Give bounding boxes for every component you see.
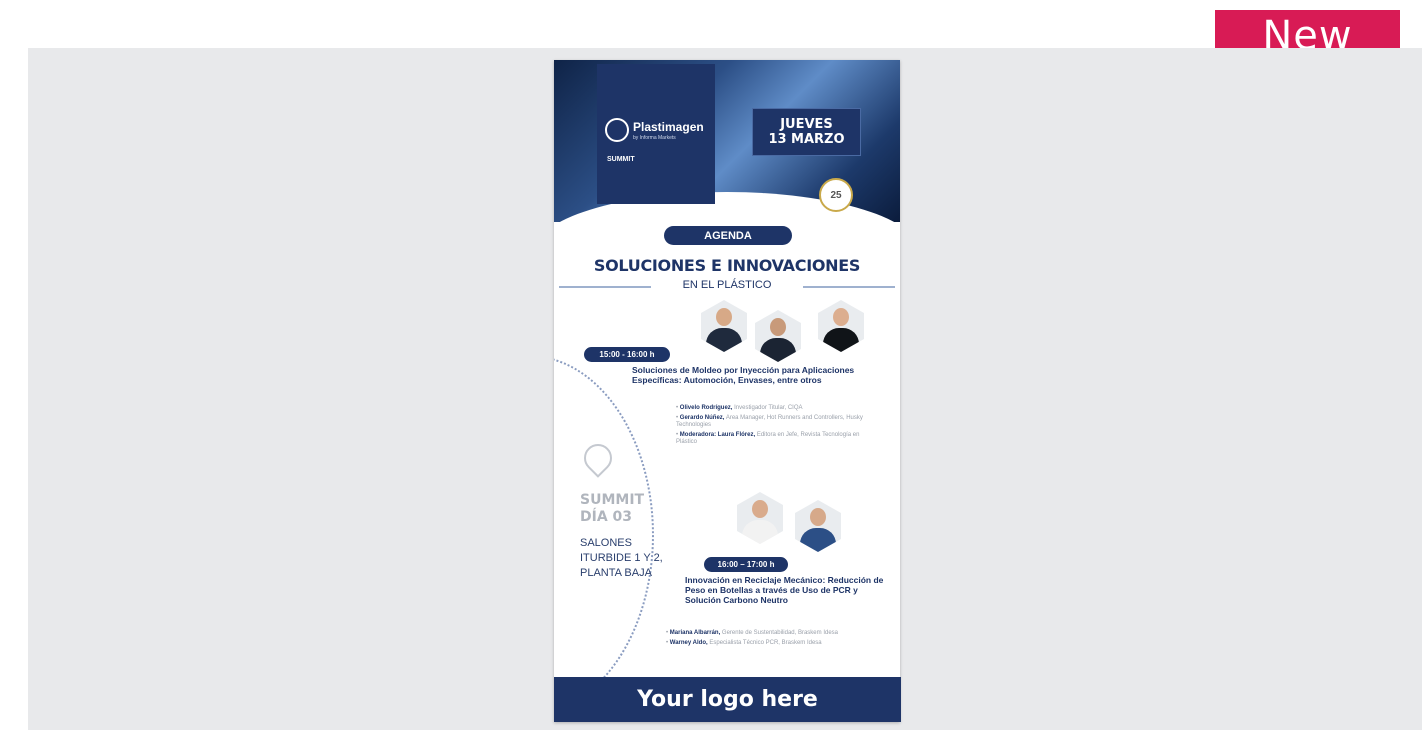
venue: SALONES ITURBIDE 1 Y 2, PLANTA BAJA bbox=[580, 536, 663, 581]
summit-day-line: DÍA 03 bbox=[580, 509, 633, 525]
speaker-body bbox=[706, 328, 742, 352]
speaker-role: Investigador Titular, CIQA bbox=[734, 405, 803, 411]
event-date: JUEVES 13 MARZO bbox=[752, 108, 861, 156]
subtitle-row: EN EL PLÁSTICO bbox=[554, 279, 900, 293]
speaker-body bbox=[823, 328, 859, 352]
subtitle-divider-right bbox=[803, 286, 895, 288]
session-title: Soluciones de Moldeo por Inyección para … bbox=[632, 365, 855, 385]
speaker-head bbox=[716, 308, 732, 326]
speaker-item: • Mariana Albarrán, Gerente de Sustentab… bbox=[666, 630, 838, 636]
speaker-photo bbox=[795, 500, 841, 552]
speaker-body bbox=[760, 338, 796, 362]
summit-day-line: SUMMIT bbox=[580, 492, 645, 508]
venue-line: SALONES bbox=[580, 537, 632, 549]
speaker-body bbox=[800, 528, 836, 552]
speaker-photo bbox=[755, 310, 801, 362]
date-day: JUEVES bbox=[780, 117, 833, 132]
speaker-list: • Mariana Albarrán, Gerente de Sustentab… bbox=[666, 630, 878, 649]
flyer-preview[interactable]: Plastimagen by Informa Markets SUMMIT JU… bbox=[554, 60, 900, 722]
speaker-head bbox=[770, 318, 786, 336]
speaker-item: • Olivelo Rodríguez, Investigador Titula… bbox=[676, 405, 803, 411]
brand-subtitle: by Informa Markets bbox=[633, 135, 676, 141]
venue-line: PLANTA BAJA bbox=[580, 567, 652, 579]
speaker-name: Warney Aldo, bbox=[669, 639, 708, 646]
speaker-head bbox=[833, 308, 849, 326]
brand-name: Plastimagen bbox=[633, 120, 704, 134]
speaker-head bbox=[752, 500, 768, 518]
logo-placeholder-bar[interactable]: Your logo here bbox=[554, 677, 901, 722]
speaker-item: • Moderadora: Laura Flórez, Editora en J… bbox=[676, 431, 860, 446]
speaker-name: Gerardo Núñez, bbox=[679, 414, 725, 421]
timeline-arc bbox=[554, 355, 654, 715]
subtitle-divider-left bbox=[559, 286, 651, 288]
brand-summit: SUMMIT bbox=[607, 156, 635, 163]
brand-logo-icon bbox=[605, 118, 629, 142]
speaker-name: Olivelo Rodríguez, bbox=[679, 405, 733, 411]
session-time: 16:00 – 17:00 h bbox=[704, 557, 788, 572]
brand-box: Plastimagen by Informa Markets SUMMIT bbox=[597, 64, 715, 204]
summit-day: SUMMIT DÍA 03 bbox=[580, 492, 644, 526]
speaker-photo bbox=[737, 492, 783, 544]
session-time: 15:00 - 16:00 h bbox=[584, 347, 670, 362]
speaker-name: Mariana Albarrán, bbox=[669, 630, 721, 636]
speaker-list: • Olivelo Rodríguez, Investigador Titula… bbox=[676, 405, 876, 449]
session-title: Innovación en Reciclaje Mecánico: Reducc… bbox=[685, 575, 884, 605]
venue-line: ITURBIDE 1 Y 2, bbox=[580, 552, 663, 564]
speaker-name: Moderadora: Laura Flórez, bbox=[679, 431, 756, 438]
agenda-label: AGENDA bbox=[664, 226, 792, 245]
speaker-item: • Gerardo Núñez, Area Manager, Hot Runne… bbox=[676, 414, 863, 429]
speaker-body bbox=[742, 520, 778, 544]
speaker-photo bbox=[701, 300, 747, 352]
speaker-item: • Warney Aldo, Especialista Técnico PCR,… bbox=[666, 639, 822, 646]
speaker-head bbox=[810, 508, 826, 526]
speaker-photo bbox=[818, 300, 864, 352]
date-month: 13 MARZO bbox=[768, 132, 845, 147]
speaker-role: Especialista Técnico PCR, Braskem Idesa bbox=[709, 639, 822, 646]
flyer-title: SOLUCIONES E INNOVACIONES bbox=[593, 256, 861, 275]
flyer-subtitle: EN EL PLÁSTICO bbox=[682, 279, 772, 291]
anniversary-seal-icon: 25 bbox=[819, 178, 853, 212]
speaker-role: Gerente de Sustentabilidad, Braskem Ides… bbox=[721, 630, 838, 636]
